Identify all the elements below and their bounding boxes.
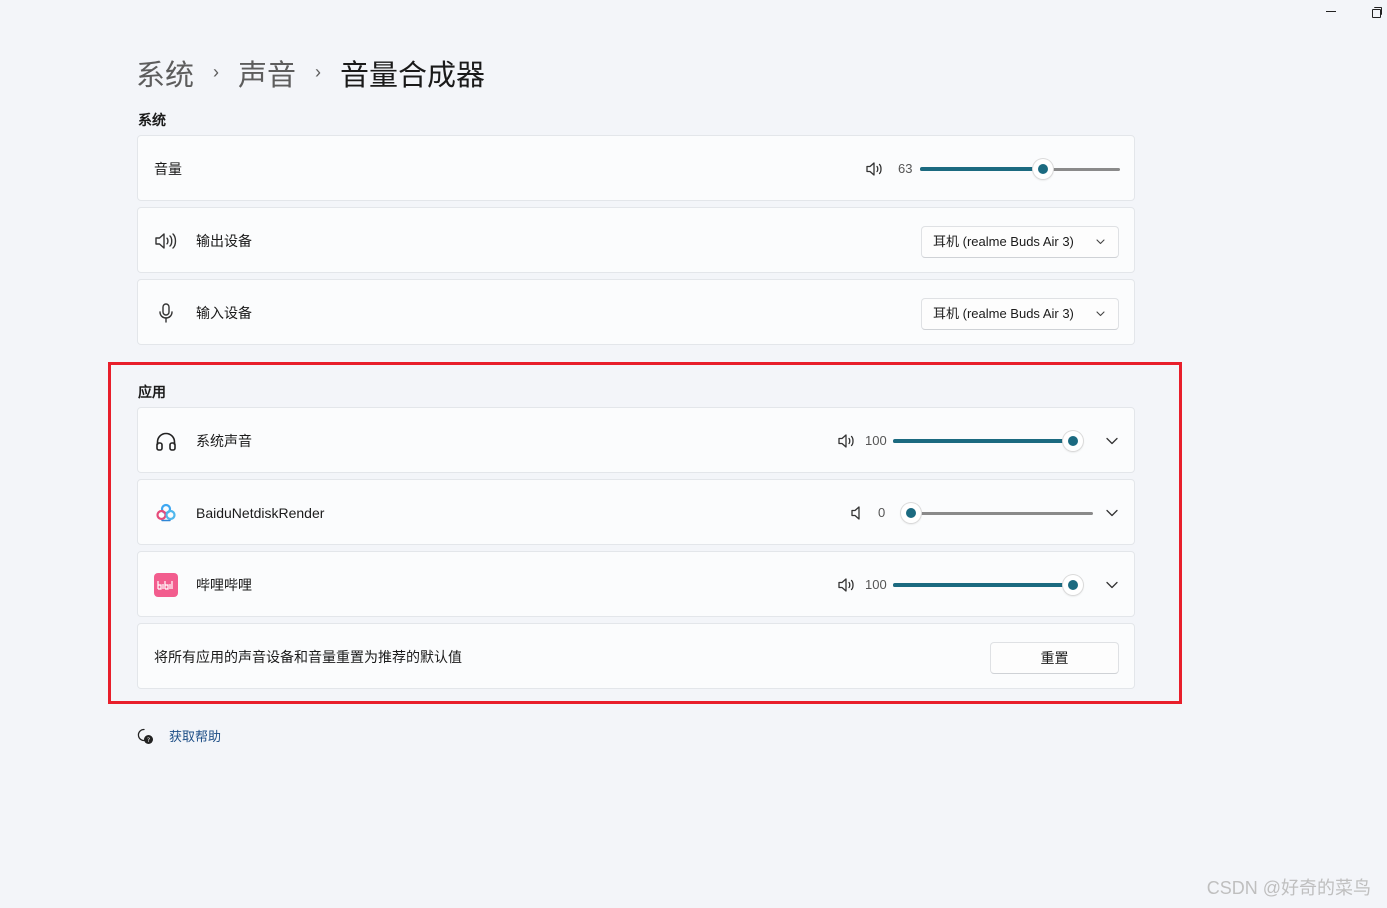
help-chat-icon: ? <box>137 728 153 744</box>
input-device-selected: 耳机 (realme Buds Air 3) <box>933 306 1074 321</box>
breadcrumb-system-link[interactable]: 系统 <box>136 52 194 94</box>
speaker-icon <box>154 229 178 253</box>
speaker-icon[interactable] <box>865 160 885 178</box>
restore-button[interactable] <box>1370 2 1384 20</box>
slider-fill <box>920 167 1044 171</box>
chevron-down-icon <box>1096 311 1105 317</box>
system-volume-value: 63 <box>898 161 913 176</box>
chevron-right-icon: › <box>213 61 220 82</box>
system-section-title: 系统 <box>138 112 166 128</box>
page-title: 音量合成器 <box>340 60 486 92</box>
input-device-card[interactable]: 输入设备 耳机 (realme Buds Air 3) <box>137 279 1135 345</box>
annotation-highlight-box <box>108 362 1182 704</box>
output-device-selected: 耳机 (realme Buds Air 3) <box>933 234 1074 249</box>
volume-mixer-page: 系统 › 声音 › 音量合成器 系统 音量 63 输出设备 耳机 (realme… <box>0 0 1387 908</box>
input-device-dropdown[interactable]: 耳机 (realme Buds Air 3) <box>921 298 1119 330</box>
chevron-right-icon: › <box>315 61 322 82</box>
slider-thumb[interactable] <box>1033 159 1054 179</box>
input-device-label: 输入设备 <box>196 305 252 321</box>
minimize-button[interactable] <box>1325 2 1339 20</box>
get-help-label: 获取帮助 <box>169 729 222 744</box>
svg-text:?: ? <box>147 736 150 744</box>
system-volume-slider[interactable] <box>920 159 1120 179</box>
system-volume-label: 音量 <box>154 161 182 177</box>
output-device-dropdown[interactable]: 耳机 (realme Buds Air 3) <box>921 226 1119 258</box>
breadcrumb-sound-link[interactable]: 声音 <box>238 52 296 94</box>
microphone-icon <box>154 301 178 325</box>
output-device-card[interactable]: 输出设备 耳机 (realme Buds Air 3) <box>137 207 1135 273</box>
output-device-label: 输出设备 <box>196 233 252 249</box>
breadcrumb: 系统 › 声音 › 音量合成器 <box>136 52 485 94</box>
get-help-link[interactable]: ? 获取帮助 <box>136 726 221 745</box>
watermark: CSDN @好奇的菜鸟 <box>1206 878 1371 898</box>
chevron-down-icon <box>1096 239 1105 245</box>
system-volume-card: 音量 63 <box>137 135 1135 201</box>
